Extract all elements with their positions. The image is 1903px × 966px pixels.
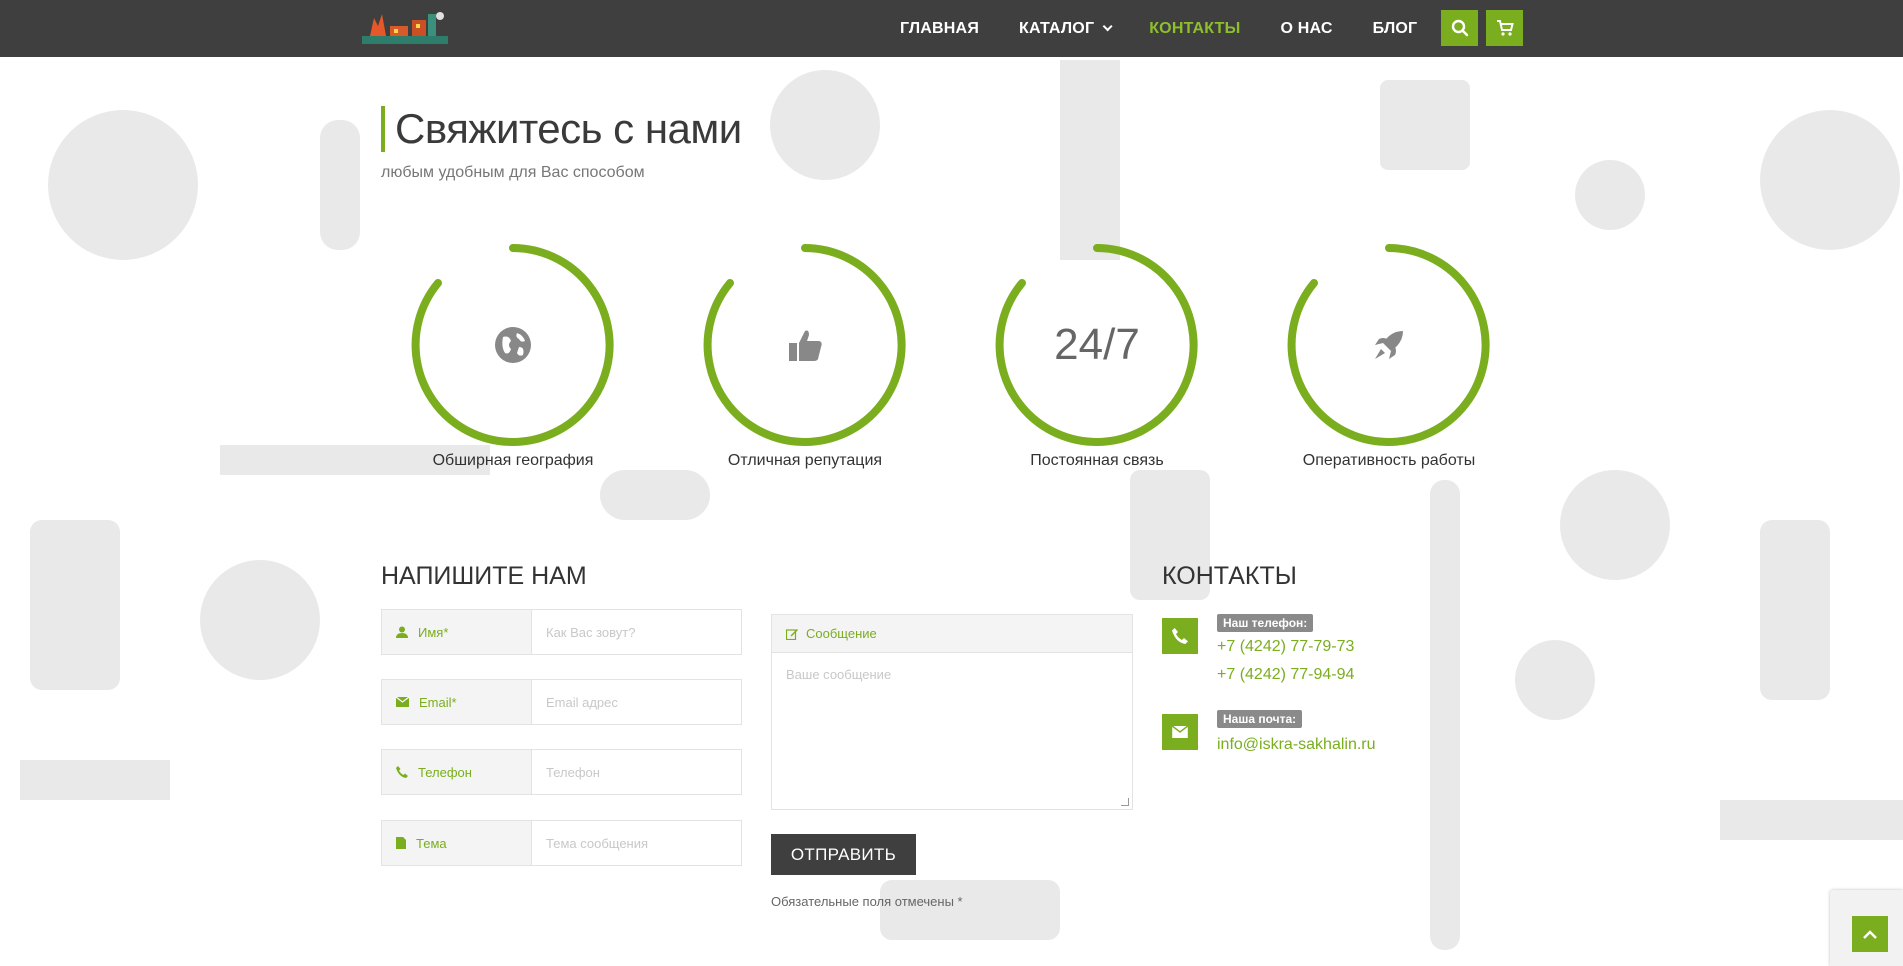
phone-label-text: Телефон <box>418 764 472 780</box>
availability-text: 24/7 <box>1054 320 1140 369</box>
subject-label-text: Тема <box>416 835 447 851</box>
resize-handle-icon[interactable] <box>1121 798 1129 806</box>
feature-reputation: Отличная репутация <box>700 240 910 469</box>
feature-speed: Оперативность работы <box>1284 240 1494 469</box>
site-logo[interactable] <box>360 8 452 50</box>
email-badge-label: Наша почта: <box>1217 710 1303 728</box>
feature-center <box>1284 240 1494 450</box>
subject-field-label: Тема <box>382 821 532 865</box>
submit-button[interactable]: ОТПРАВИТЬ <box>771 834 916 875</box>
file-icon <box>396 837 406 849</box>
feature-center: 24/7 <box>992 240 1202 450</box>
nav-blog[interactable]: БЛОГ <box>1373 20 1418 38</box>
nav-home[interactable]: ГЛАВНАЯ <box>900 20 979 38</box>
required-fields-note: Обязательные поля отмечены * <box>771 894 963 909</box>
feature-center <box>700 240 910 450</box>
email-input[interactable] <box>532 680 741 724</box>
phone-field-label: Телефон <box>382 750 532 794</box>
name-label-text: Имя* <box>418 624 449 640</box>
nav-home-label: ГЛАВНАЯ <box>900 19 980 37</box>
phone-link-1[interactable]: +7 (4242) 77-79-73 <box>1217 638 1354 656</box>
contact-phone-badge <box>1162 618 1198 654</box>
contact-email-badge <box>1162 714 1198 750</box>
feature-center <box>408 240 618 450</box>
email-link[interactable]: info@iskra-sakhalin.ru <box>1217 736 1376 754</box>
message-header: Сообщение <box>772 615 1132 653</box>
feature-label: Постоянная связь <box>1030 452 1164 469</box>
chevron-up-icon <box>1863 930 1877 939</box>
email-field-row: Email* <box>381 679 742 725</box>
cart-icon <box>1496 20 1514 36</box>
subject-field-row: Тема <box>381 820 742 866</box>
phone-link-2[interactable]: +7 (4242) 77-94-94 <box>1217 666 1354 684</box>
contacts-title: КОНТАКТЫ <box>1162 562 1297 590</box>
globe-icon <box>495 327 531 363</box>
phone-badge-label: Наш телефон: <box>1217 614 1314 632</box>
scroll-to-top-button[interactable] <box>1852 916 1888 952</box>
email-field-label: Email* <box>382 680 532 724</box>
feature-support: 24/7 Постоянная связь <box>992 240 1202 469</box>
search-button[interactable] <box>1441 10 1478 46</box>
envelope-icon <box>1172 726 1188 738</box>
phone-icon <box>1172 628 1188 644</box>
page-title: Свяжитесь с нами <box>381 106 742 152</box>
nav-contacts[interactable]: КОНТАКТЫ <box>1149 20 1240 38</box>
name-input[interactable] <box>532 610 741 654</box>
feature-label: Отличная репутация <box>727 452 883 469</box>
search-icon <box>1451 19 1468 37</box>
rocket-icon <box>1375 331 1403 359</box>
user-icon <box>396 626 408 638</box>
message-label-text: Сообщение <box>806 626 877 641</box>
name-field-label: Имя* <box>382 610 532 654</box>
thumbs-up-icon <box>789 330 822 361</box>
edit-icon <box>786 628 798 640</box>
nav-contacts-label: КОНТАКТЫ <box>1149 19 1241 37</box>
phone-icon <box>396 766 408 778</box>
form-title: НАПИШИТЕ НАМ <box>381 562 587 590</box>
nav-catalog-label: КАТАЛОГ <box>1019 19 1095 37</box>
nav-about-label: О НАС <box>1280 19 1333 37</box>
page-subtitle: любым удобным для Вас способом <box>381 164 645 181</box>
subject-input[interactable] <box>532 821 741 865</box>
feature-geography: Обширная география <box>408 240 618 469</box>
chevron-down-icon <box>1102 21 1113 32</box>
phone-input[interactable] <box>532 750 741 794</box>
phone-field-row: Телефон <box>381 749 742 795</box>
name-field-row: Имя* <box>381 609 742 655</box>
top-navbar: ГЛАВНАЯ КАТАЛОГ КОНТАКТЫ О НАС БЛОГ <box>0 0 1903 57</box>
nav-about[interactable]: О НАС <box>1281 20 1333 38</box>
nav-blog-label: БЛОГ <box>1372 19 1418 37</box>
message-textarea[interactable] <box>772 653 1132 809</box>
feature-label: Обширная география <box>432 452 594 469</box>
envelope-icon <box>396 697 409 707</box>
cart-button[interactable] <box>1486 10 1523 46</box>
nav-catalog[interactable]: КАТАЛОГ <box>1019 19 1113 38</box>
email-label-text: Email* <box>419 694 457 710</box>
main-nav: ГЛАВНАЯ КАТАЛОГ КОНТАКТЫ О НАС БЛОГ <box>900 0 1457 57</box>
message-box: Сообщение <box>771 614 1133 810</box>
feature-label: Оперативность работы <box>1302 452 1476 469</box>
